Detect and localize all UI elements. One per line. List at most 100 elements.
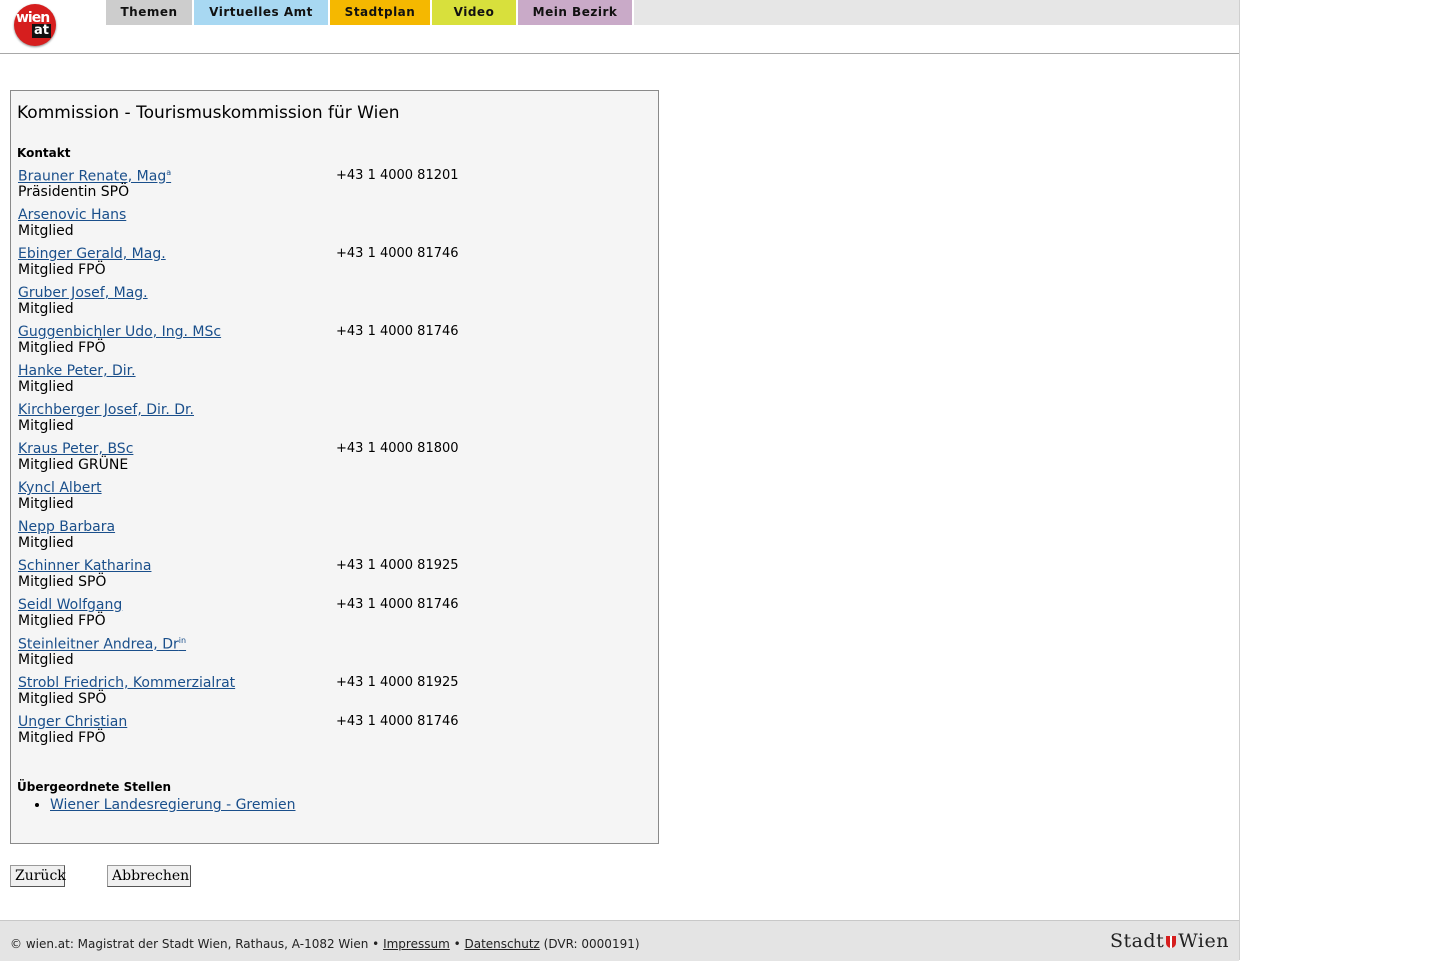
nav-tab-themen[interactable]: Themen — [106, 0, 194, 25]
back-button[interactable]: Zurück — [10, 865, 66, 887]
contact-role: Präsidentin SPÖ — [18, 184, 130, 200]
nav-tab-video[interactable]: Video — [432, 0, 518, 25]
contact-name: Kirchberger Josef, Dir. Dr. — [18, 402, 194, 418]
main-navigation: Themen Virtuelles Amt Stadtplan Video Me… — [106, 0, 1239, 25]
contact-phone: +43 1 4000 81746 — [336, 597, 459, 612]
contact-phone: +43 1 4000 81925 — [336, 675, 459, 690]
logo-suffix: at — [32, 23, 51, 38]
contact-name-suffix: a — [166, 168, 172, 177]
contact-name-link[interactable]: Kyncl Albert — [18, 480, 102, 496]
contact-name: Kraus Peter, BSc — [18, 441, 134, 457]
contact-role: Mitglied — [18, 496, 74, 512]
contact-name: Ebinger Gerald, Mag. — [18, 246, 166, 262]
footer-dvr: (DVR: 0000191) — [539, 937, 640, 951]
contact-name-link[interactable]: Nepp Barbara — [18, 519, 115, 535]
nav-tab-virtuelles-amt[interactable]: Virtuelles Amt — [194, 0, 330, 25]
contact-name-link[interactable]: Guggenbichler Udo, Ing. MSc — [18, 324, 221, 340]
contact-name: Strobl Friedrich, Kommerzialrat — [18, 675, 236, 691]
impressum-link[interactable]: Impressum — [383, 937, 450, 951]
contact-row: Schinner Katharina Mitglied SPÖ +43 1 4000… — [18, 558, 638, 597]
empty-area — [1240, 0, 1440, 960]
brand-stadt: Stadt — [1109, 930, 1165, 952]
site-header: wien at Themen Virtuelles Amt Stadtplan … — [0, 0, 1239, 54]
parent-heading: Übergeordnete Stellen — [17, 780, 172, 794]
contact-role: Mitglied — [18, 223, 74, 239]
site-footer: © wien.at: Magistrat der Stadt Wien, Rat… — [0, 920, 1239, 961]
contact-role: Mitglied FPÖ — [18, 730, 106, 746]
contact-row: Kyncl Albert Mitglied — [18, 480, 638, 519]
stadt-wien-logo[interactable]: Stadt Wien — [1110, 930, 1229, 952]
wien-at-logo[interactable]: wien at — [14, 4, 56, 46]
contact-row: Ebinger Gerald, Mag. Mitglied FPÖ +43 1 40… — [18, 246, 638, 285]
contact-name-suffix: in — [178, 636, 187, 645]
brand-wien: Wien — [1178, 930, 1229, 952]
contact-name-link[interactable]: Gruber Josef, Mag. — [18, 285, 148, 301]
contact-role: Mitglied GRÜNE — [18, 457, 129, 473]
contact-role: Mitglied FPÖ — [18, 613, 106, 629]
contact-name-link[interactable]: Strobl Friedrich, Kommerzialrat — [18, 675, 235, 691]
contact-phone: +43 1 4000 81800 — [336, 441, 459, 456]
contact-row: Steinleitner Andrea, Drin Mitglied — [18, 636, 638, 675]
cancel-button[interactable]: Abbrechen — [107, 865, 191, 887]
parent-link[interactable]: Wiener Landesregierung - Gremien — [50, 797, 296, 813]
contact-name: Unger Christian — [18, 714, 128, 730]
contact-name: Hanke Peter, Dir. — [18, 363, 136, 379]
contact-phone: +43 1 4000 81746 — [336, 246, 459, 261]
contact-role: Mitglied — [18, 535, 74, 551]
contact-row: Brauner Renate, Maga Präsidentin SPÖ +43 1… — [18, 168, 638, 207]
contact-role: Mitglied — [18, 652, 74, 668]
contact-name-link[interactable]: Schinner Katharina — [18, 558, 151, 574]
parent-list: Wiener Landesregierung - Gremien — [33, 797, 296, 813]
contact-name-link[interactable]: Arsenovic Hans — [18, 207, 126, 223]
contact-row: Gruber Josef, Mag. Mitglied — [18, 285, 638, 324]
contact-role: Mitglied FPÖ — [18, 340, 106, 356]
footer-separator: • — [449, 937, 465, 951]
contact-name-link[interactable]: Steinleitner Andrea, Drin — [18, 636, 186, 653]
contact-list: Brauner Renate, Maga Präsidentin SPÖ +43 1… — [18, 168, 638, 753]
contact-role: Mitglied — [18, 418, 74, 434]
wien-crest-icon — [1166, 936, 1177, 948]
nav-tab-mein-bezirk[interactable]: Mein Bezirk — [518, 0, 634, 25]
contact-name-link[interactable]: Seidl Wolfgang — [18, 597, 122, 613]
commission-panel: Kommission - Tourismuskommission für Wie… — [10, 90, 659, 844]
contact-name-link[interactable]: Unger Christian — [18, 714, 127, 730]
contact-name: Seidl Wolfgang — [18, 597, 123, 613]
contact-name-link[interactable]: Brauner Renate, Maga — [18, 168, 171, 185]
contact-name-link[interactable]: Kraus Peter, BSc — [18, 441, 133, 457]
list-item: Wiener Landesregierung - Gremien — [50, 797, 296, 813]
contact-phone: +43 1 4000 81201 — [336, 168, 459, 183]
contact-row: Seidl Wolfgang Mitglied FPÖ +43 1 4000 817… — [18, 597, 638, 636]
contact-name: Schinner Katharina — [18, 558, 152, 574]
contact-name: Nepp Barbara — [18, 519, 116, 535]
footer-copyright: © wien.at: Magistrat der Stadt Wien, Rat… — [10, 937, 384, 951]
contact-role: Mitglied FPÖ — [18, 262, 106, 278]
contact-name-link[interactable]: Hanke Peter, Dir. — [18, 363, 136, 379]
contact-name-link[interactable]: Ebinger Gerald, Mag. — [18, 246, 166, 262]
contact-phone: +43 1 4000 81925 — [336, 558, 459, 573]
contact-role: Mitglied SPÖ — [18, 691, 107, 707]
contact-row: Strobl Friedrich, Kommerzialrat Mitglied … — [18, 675, 638, 714]
contact-role: Mitglied — [18, 379, 74, 395]
contact-row: Kraus Peter, BSc Mitglied GRÜNE +43 1 4000… — [18, 441, 638, 480]
contact-row: Kirchberger Josef, Dir. Dr. Mitglied — [18, 402, 638, 441]
contact-row: Arsenovic Hans Mitglied — [18, 207, 638, 246]
contact-row: Hanke Peter, Dir. Mitglied — [18, 363, 638, 402]
contact-name: Kyncl Albert — [18, 480, 102, 496]
contact-name: Steinleitner Andrea, Dr — [18, 636, 179, 653]
contact-row: Guggenbichler Udo, Ing. MSc Mitglied FPÖ +… — [18, 324, 638, 363]
nav-tab-stadtplan[interactable]: Stadtplan — [330, 0, 432, 25]
contact-name-link[interactable]: Kirchberger Josef, Dir. Dr. — [18, 402, 194, 418]
contact-phone: +43 1 4000 81746 — [336, 324, 459, 339]
contact-heading: Kontakt — [17, 146, 71, 160]
page: wien at Themen Virtuelles Amt Stadtplan … — [0, 0, 1240, 961]
contact-row: Nepp Barbara Mitglied — [18, 519, 638, 558]
contact-name: Gruber Josef, Mag. — [18, 285, 148, 301]
contact-name: Brauner Renate, Mag — [18, 168, 167, 185]
contact-name: Arsenovic Hans — [18, 207, 127, 223]
contact-name: Guggenbichler Udo, Ing. MSc — [18, 324, 222, 340]
page-title: Kommission - Tourismuskommission für Wie… — [17, 103, 400, 123]
contact-row: Unger Christian Mitglied FPÖ +43 1 4000 81… — [18, 714, 638, 753]
contact-role: Mitglied SPÖ — [18, 574, 107, 590]
contact-role: Mitglied — [18, 301, 74, 317]
datenschutz-link[interactable]: Datenschutz — [464, 937, 539, 951]
